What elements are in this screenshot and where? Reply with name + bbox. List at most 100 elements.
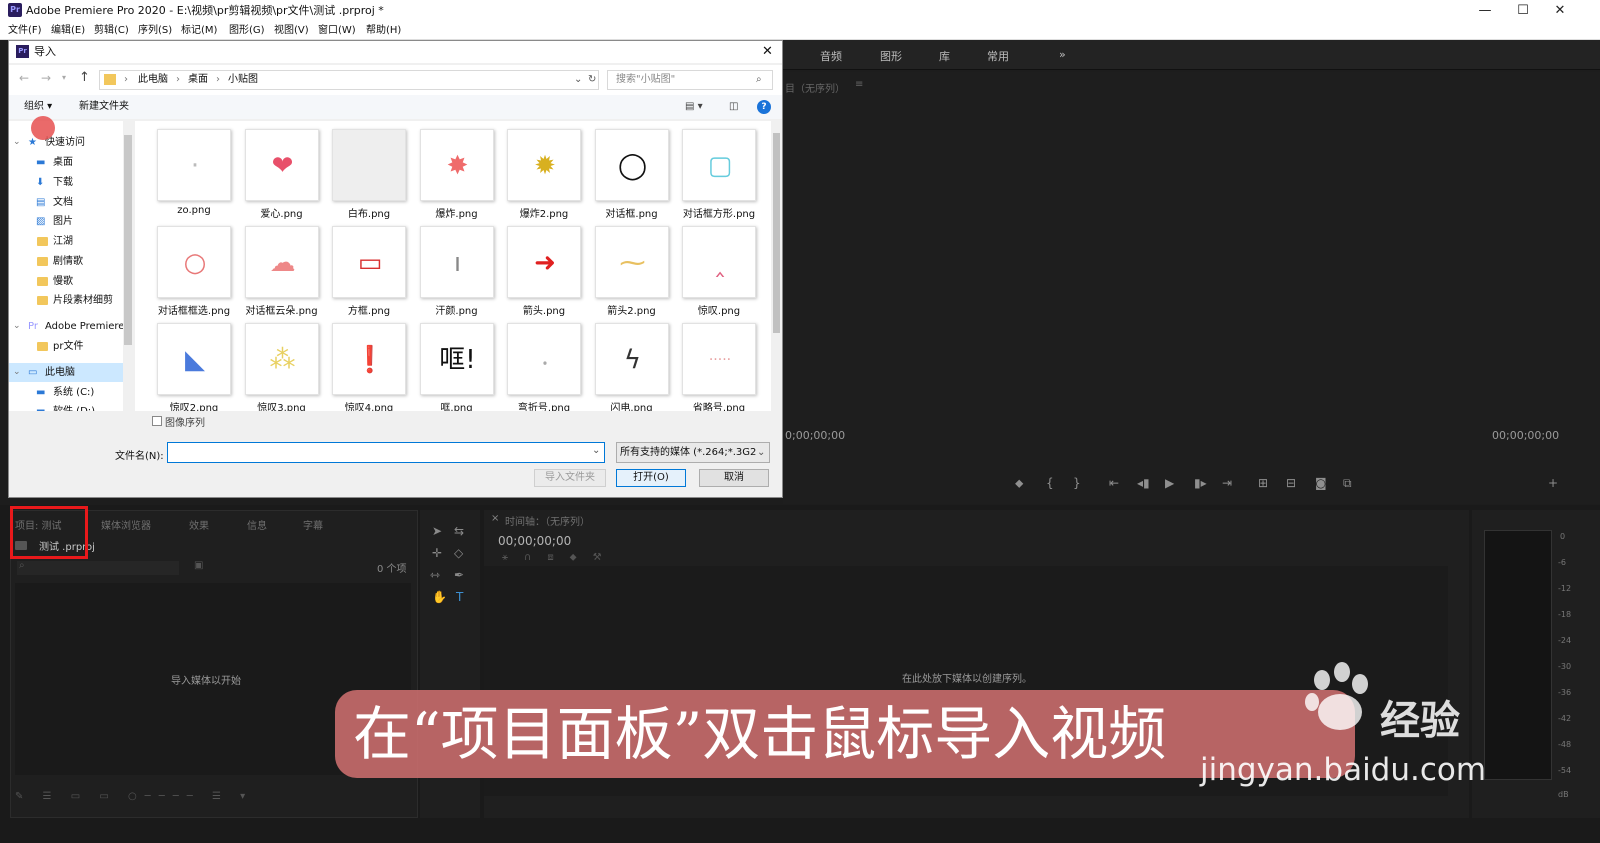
nav-item[interactable]: pr文件	[9, 337, 123, 356]
go-to-out-icon[interactable]: ⇥	[1222, 476, 1232, 490]
go-to-in-icon[interactable]: ⇤	[1109, 476, 1119, 490]
path-dropdown-icon[interactable]: ⌄	[574, 71, 582, 89]
slip-tool-icon[interactable]: ⇿	[430, 568, 440, 582]
tab-effects[interactable]: 效果	[189, 517, 209, 532]
workspace-tab-common[interactable]: 常用	[987, 48, 1009, 64]
back-icon[interactable]: ←	[19, 71, 29, 85]
nav-item[interactable]: ⌄ ▭ 此电脑	[9, 363, 123, 382]
project-search-input[interactable]	[17, 561, 179, 575]
recent-locations-icon[interactable]: ▾	[62, 73, 66, 82]
file-item[interactable]: ⁓ 箭头2.png	[589, 220, 675, 317]
nav-item[interactable]: ▤ 文档	[9, 193, 123, 212]
nav-item[interactable]: 片段素材细剪	[9, 291, 123, 310]
workspace-tab-audio[interactable]: 音频	[820, 48, 842, 64]
file-item[interactable]: ○ 对话框框选.png	[151, 220, 237, 317]
file-item[interactable]: ⁂ 惊叹3.png	[239, 317, 325, 411]
file-item[interactable]: ✸ 爆炸.png	[414, 123, 500, 220]
file-item[interactable]: ✹ 爆炸2.png	[501, 123, 587, 220]
file-item[interactable]: ➜ 箭头.png	[501, 220, 587, 317]
nav-item[interactable]: 慢歌	[9, 272, 123, 291]
nav-item[interactable]: 江湖	[9, 232, 123, 251]
menu-window[interactable]: 窗口(W)	[318, 22, 356, 40]
path-box[interactable]: › 此电脑 › 桌面 › 小贴图 ⌄ ↻	[99, 70, 599, 90]
nav-item[interactable]: ▬ 桌面	[9, 153, 123, 172]
menu-graphics[interactable]: 图形(G)	[229, 22, 265, 40]
file-item[interactable]: ····· 省略号.png	[676, 317, 762, 411]
button-editor-icon[interactable]: +	[1548, 476, 1558, 490]
nav-item[interactable]: ⌄ Pr Adobe Premiere	[9, 317, 124, 336]
workspace-tab-libraries[interactable]: 库	[939, 48, 950, 64]
mark-in-icon[interactable]: {	[1046, 476, 1054, 490]
view-options-icon[interactable]: ▤ ▾	[685, 95, 703, 119]
file-item[interactable]: 白布.png	[326, 123, 412, 220]
program-timecode-left[interactable]: 0;00;00;00	[785, 429, 845, 442]
menu-view[interactable]: 视图(V)	[274, 22, 309, 40]
file-item[interactable]: ı 汗颜.png	[414, 220, 500, 317]
export-frame-icon[interactable]: ◙	[1315, 476, 1327, 490]
step-back-icon[interactable]: ◂▮	[1137, 476, 1150, 490]
maximize-button[interactable]: ☐	[1508, 0, 1538, 22]
tab-info[interactable]: 信息	[247, 517, 267, 532]
breadcrumb-folder[interactable]: 小贴图	[228, 71, 258, 89]
add-marker-icon[interactable]: ⬥	[1015, 476, 1023, 491]
file-item[interactable]: ❗ 惊叹4.png	[326, 317, 412, 411]
pen-tool-icon[interactable]: ✒	[454, 568, 464, 582]
nav-item[interactable]: 剧情歌	[9, 252, 123, 271]
new-folder-button[interactable]: 新建文件夹	[79, 95, 129, 119]
breadcrumb-desktop[interactable]: 桌面	[188, 71, 208, 89]
timeline-tab[interactable]: 时间轴：（无序列）	[505, 513, 590, 528]
play-icon[interactable]: ▶	[1165, 476, 1174, 490]
timeline-timecode[interactable]: 00;00;00;00	[498, 534, 571, 548]
minimize-button[interactable]: —	[1470, 0, 1500, 22]
filetype-dropdown-icon[interactable]: ⌄	[757, 443, 766, 462]
program-panel-menu-icon[interactable]: ≡	[855, 79, 863, 90]
nav-item[interactable]: ⬇ 下载	[9, 173, 123, 192]
menu-help[interactable]: 帮助(H)	[366, 22, 401, 40]
workspace-overflow-button[interactable]: »	[1059, 48, 1066, 61]
menu-file[interactable]: 文件(F)	[8, 22, 42, 40]
workspace-tab-graphics[interactable]: 图形	[880, 48, 902, 64]
razor-tool-icon[interactable]: ◇	[454, 546, 463, 560]
extract-icon[interactable]: ⊟	[1286, 476, 1296, 490]
nav-item[interactable]: ▨ 图片	[9, 212, 123, 231]
close-window-button[interactable]: ✕	[1545, 0, 1575, 22]
filename-input[interactable]: ⌄	[167, 442, 605, 463]
file-item[interactable]: ϟ 闪电.png	[589, 317, 675, 411]
ripple-edit-icon[interactable]: ✛	[432, 546, 442, 560]
file-item[interactable]: ▭ 方框.png	[326, 220, 412, 317]
mark-out-icon[interactable]: }	[1073, 476, 1081, 490]
menu-clip[interactable]: 剪辑(C)	[94, 22, 129, 40]
import-folder-button[interactable]: 导入文件夹	[534, 469, 606, 487]
menu-sequence[interactable]: 序列(S)	[138, 22, 172, 40]
file-list-scrollbar[interactable]	[771, 121, 782, 411]
open-button[interactable]: 打开(O)	[616, 469, 686, 487]
up-folder-icon[interactable]: ↑	[79, 70, 90, 85]
expand-chevron-icon[interactable]: ⌄	[13, 363, 21, 382]
file-item[interactable]: · zo.png	[151, 123, 237, 219]
expand-chevron-icon[interactable]: ⌄	[13, 317, 21, 336]
nav-item[interactable]: ⌄ ★ 快速访问	[9, 133, 123, 152]
menu-edit[interactable]: 编辑(E)	[51, 22, 85, 40]
file-item[interactable]: ◣ 惊叹2.png	[151, 317, 237, 411]
refresh-icon[interactable]: ↻	[588, 71, 596, 89]
timeline-tool-icons[interactable]: ⚹∩⧈⬥⚒	[502, 552, 618, 563]
file-item[interactable]: ❤ 爱心.png	[239, 123, 325, 220]
step-forward-icon[interactable]: ▮▸	[1194, 476, 1207, 490]
tab-media-browser[interactable]: 媒体浏览器	[101, 517, 151, 532]
hand-tool-icon[interactable]: ✋	[432, 590, 447, 604]
forward-icon[interactable]: →	[41, 71, 51, 85]
file-item[interactable]: ◯ 对话框.png	[589, 123, 675, 220]
track-select-icon[interactable]: ⇆	[454, 524, 464, 538]
help-icon[interactable]: ?	[757, 100, 771, 114]
cancel-button[interactable]: 取消	[699, 469, 769, 487]
lift-icon[interactable]: ⊞	[1258, 476, 1268, 490]
file-item[interactable]: ☁ 对话框云朵.png	[239, 220, 325, 317]
file-list-scrollbar-thumb[interactable]	[773, 133, 780, 333]
filename-dropdown-icon[interactable]: ⌄	[592, 445, 600, 456]
new-search-bin-icon[interactable]: ▣	[194, 560, 203, 571]
organize-button[interactable]: 组织 ▾	[24, 95, 52, 119]
menu-markers[interactable]: 标记(M)	[181, 22, 217, 40]
image-sequence-checkbox[interactable]	[152, 416, 162, 426]
search-input[interactable]: 搜索"小贴图" ⌕	[607, 70, 773, 90]
selection-tool-icon[interactable]: ➤	[432, 524, 442, 538]
